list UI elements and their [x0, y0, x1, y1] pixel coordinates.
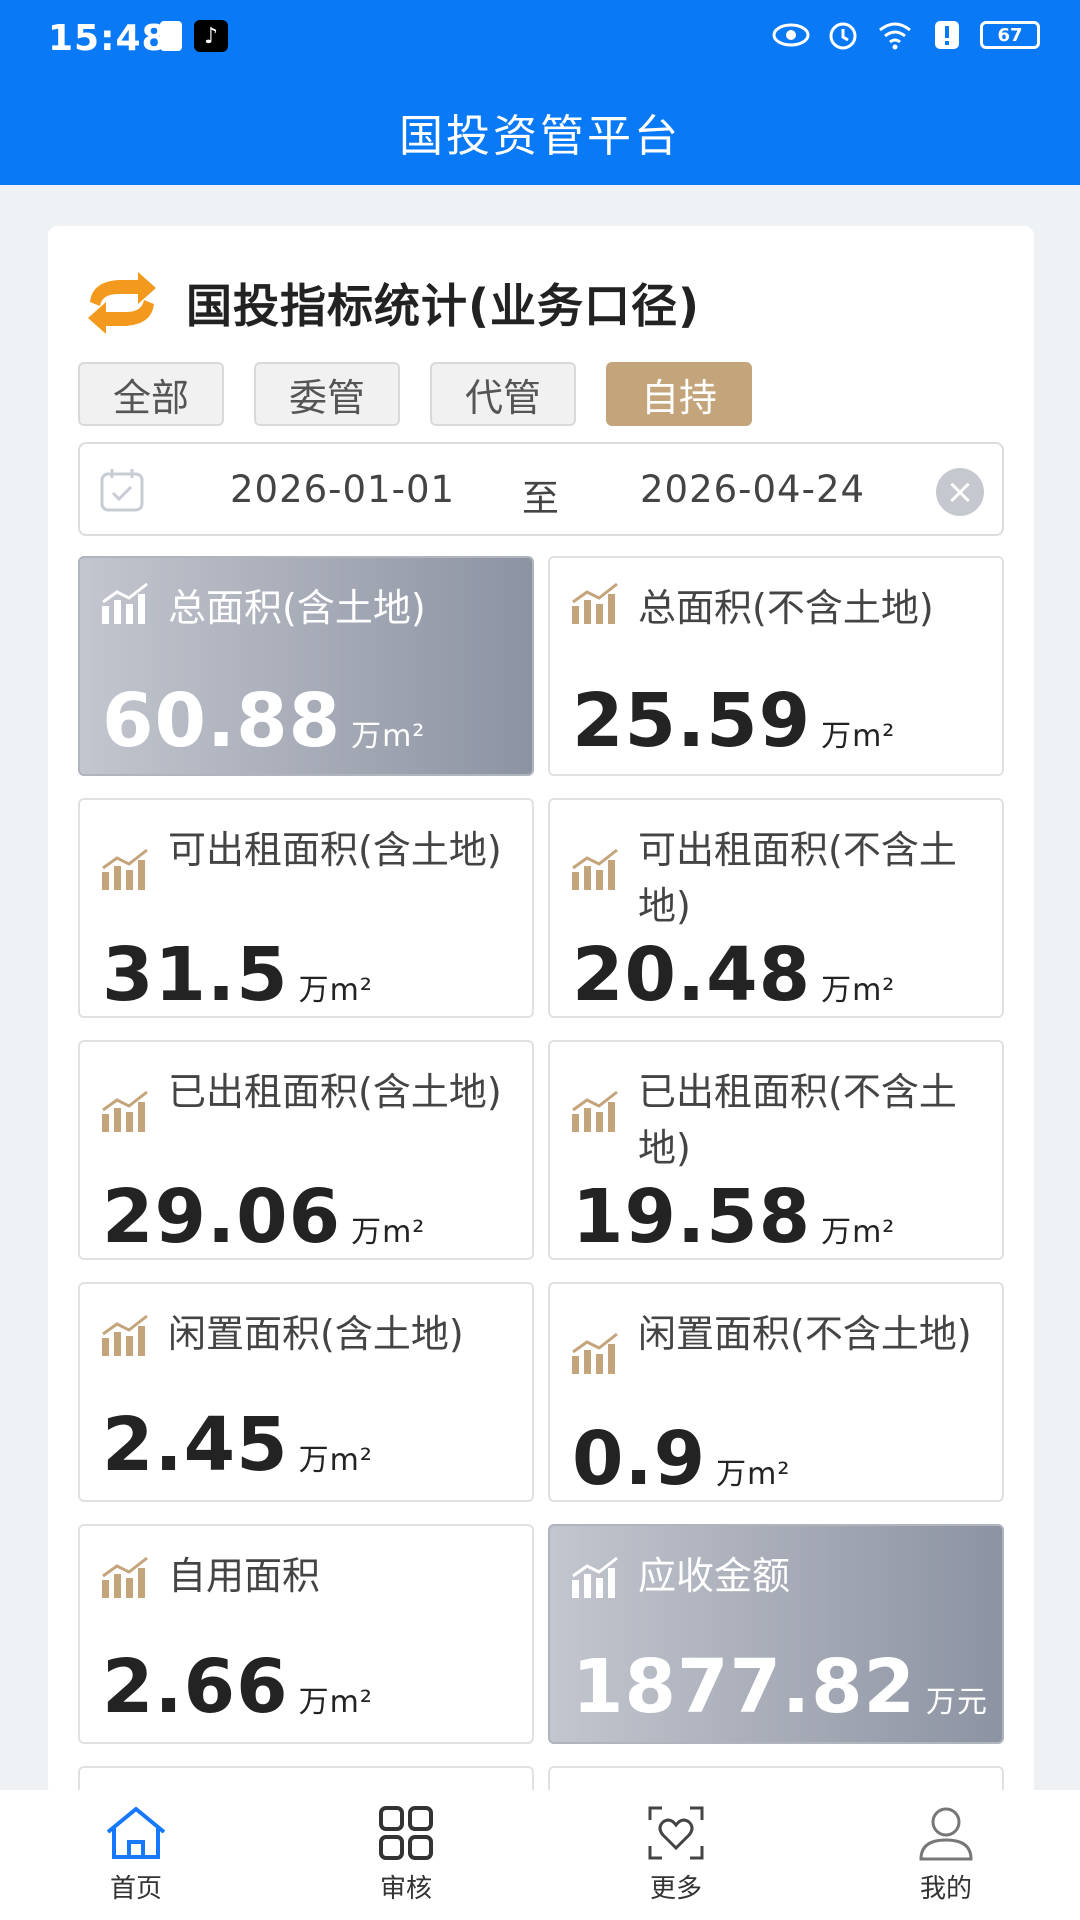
nav-review[interactable]: 审核 [336, 1804, 476, 1905]
stat-label: 已出租面积(含土地) [168, 1070, 502, 1114]
chart-icon [102, 582, 148, 624]
stats-card: 国投指标统计(业务口径) 全部 委管 代管 自持 2026-01-01 至 20… [48, 226, 1034, 1806]
stat-unit: 万元 [926, 1685, 989, 1720]
chart-icon [572, 1332, 618, 1374]
tiktok-icon: ♪ [194, 20, 228, 52]
nav-label: 审核 [379, 1874, 432, 1904]
clear-date-icon[interactable]: × [936, 468, 984, 516]
stat-unit: 万m² [821, 719, 896, 754]
stat-value: 2.45 万m² [102, 1402, 373, 1488]
tab-entrusted[interactable]: 委管 [254, 362, 400, 426]
eye-icon [772, 18, 810, 52]
nav-label: 我的 [919, 1874, 972, 1904]
stat-value: 60.88 万m² [102, 678, 426, 764]
status-time: 15:48 [48, 18, 168, 59]
stat-value: 25.59 万m² [572, 678, 896, 764]
date-separator: 至 [522, 477, 559, 520]
app-header: 15:48 ♪ 67 国投资管平台 [0, 0, 1080, 185]
stat-rented-area-with-land[interactable]: 已出租面积(含土地) 29.06 万m² [78, 1040, 534, 1260]
home-icon [106, 1807, 166, 1859]
grid-icon [379, 1806, 433, 1860]
stat-unit: 万m² [821, 973, 896, 1008]
filter-tabs: 全部 委管 代管 自持 [78, 362, 752, 426]
bottom-nav: 首页 审核 更多 我的 [0, 1790, 1080, 1920]
stat-label: 总面积(含土地) [168, 586, 426, 630]
chart-icon [572, 1090, 618, 1132]
battery-icon: 67 [980, 21, 1040, 49]
stat-label: 总面积(不含土地) [638, 586, 934, 630]
stat-value: 29.06 万m² [102, 1174, 426, 1260]
start-date[interactable]: 2026-01-01 [230, 468, 455, 511]
alert-icon [928, 18, 966, 52]
stat-value: 20.48 万m² [572, 932, 896, 1018]
stat-total-area-without-land[interactable]: 总面积(不含土地) 25.59 万m² [548, 556, 1004, 776]
stat-rentable-area-without-land[interactable]: 可出租面积(不含土地) 20.48 万m² [548, 798, 1004, 1018]
stat-unit: 万m² [298, 1443, 373, 1478]
stat-label: 自用面积 [168, 1554, 321, 1598]
chart-icon [572, 582, 618, 624]
calendar-icon [100, 469, 144, 512]
chart-icon [572, 1556, 618, 1598]
stat-total-area-with-land[interactable]: 总面积(含土地) 60.88 万m² [78, 556, 534, 776]
stat-label: 应收金额 [638, 1554, 791, 1598]
stat-value: 31.5 万m² [102, 932, 373, 1018]
stat-value: 0.9 万m² [572, 1416, 791, 1502]
wifi-icon [876, 18, 914, 52]
stat-label: 可出租面积(不含土地) [638, 828, 957, 928]
end-date[interactable]: 2026-04-24 [640, 468, 865, 511]
card-title: 国投指标统计(业务口径) [186, 279, 701, 333]
stat-value: 1877.82 万元 [572, 1644, 989, 1730]
stat-label: 可出租面积(含土地) [168, 828, 502, 872]
status-left-icons: ♪ [160, 20, 228, 52]
refresh-icon [88, 272, 156, 334]
user-icon [919, 1807, 973, 1861]
card-header: 国投指标统计(业务口径) [80, 268, 700, 338]
stat-label: 闲置面积(含土地) [168, 1312, 464, 1356]
stat-unit: 万m² [716, 1457, 791, 1492]
stat-unit: 万m² [298, 973, 373, 1008]
chart-icon [102, 1090, 148, 1132]
tab-self-held[interactable]: 自持 [606, 362, 752, 426]
nav-label: 首页 [109, 1874, 162, 1904]
stat-rentable-area-with-land[interactable]: 可出租面积(含土地) 31.5 万m² [78, 798, 534, 1018]
stat-label: 闲置面积(不含土地) [638, 1312, 972, 1356]
stat-idle-area-with-land[interactable]: 闲置面积(含土地) 2.45 万m² [78, 1282, 534, 1502]
alarm-icon [824, 18, 862, 52]
stat-label: 已出租面积(不含土地) [638, 1070, 957, 1170]
stat-idle-area-without-land[interactable]: 闲置面积(不含土地) 0.9 万m² [548, 1282, 1004, 1502]
status-right-icons: 67 [772, 18, 1040, 52]
date-range-picker[interactable]: 2026-01-01 至 2026-04-24 × [78, 442, 1004, 536]
nav-label: 更多 [649, 1874, 702, 1904]
stat-unit: 万m² [821, 1215, 896, 1250]
chart-icon [102, 1314, 148, 1356]
tab-all[interactable]: 全部 [78, 362, 224, 426]
stat-self-use-area[interactable]: 自用面积 2.66 万m² [78, 1524, 534, 1744]
stat-unit: 万m² [298, 1685, 373, 1720]
stat-value: 19.58 万m² [572, 1174, 896, 1260]
chart-icon [572, 848, 618, 890]
tab-agency[interactable]: 代管 [430, 362, 576, 426]
page-title: 国投资管平台 [399, 111, 681, 162]
chart-icon [102, 848, 148, 890]
stat-unit: 万m² [351, 719, 426, 754]
stat-value: 2.66 万m² [102, 1644, 373, 1730]
nav-profile[interactable]: 我的 [876, 1804, 1016, 1905]
stat-unit: 万m² [351, 1215, 426, 1250]
stat-receivable-amount[interactable]: 应收金额 1877.82 万元 [548, 1524, 1004, 1744]
nav-more[interactable]: 更多 [606, 1804, 746, 1905]
battery-saver-icon [160, 21, 182, 51]
stat-rented-area-without-land[interactable]: 已出租面积(不含土地) 19.58 万m² [548, 1040, 1004, 1260]
chart-icon [102, 1556, 148, 1598]
nav-home[interactable]: 首页 [66, 1804, 206, 1905]
heart-frame-icon [648, 1806, 704, 1860]
